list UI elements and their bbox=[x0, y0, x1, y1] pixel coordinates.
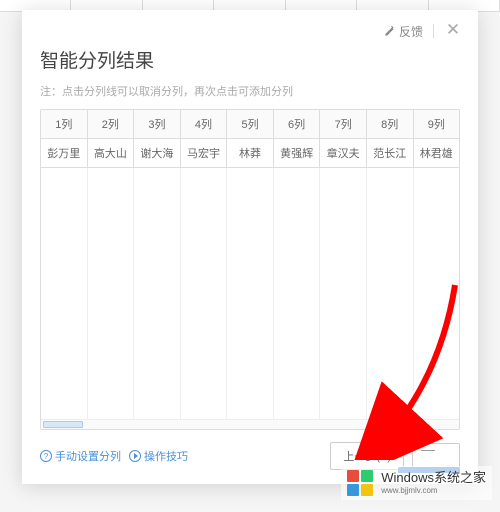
col-header: 5列 bbox=[227, 110, 274, 138]
col-header: 9列 bbox=[414, 110, 460, 138]
watermark-title: Windows系统之家 bbox=[381, 470, 486, 486]
table-empty-area[interactable] bbox=[41, 168, 459, 419]
windows-logo-icon bbox=[347, 470, 377, 496]
table-cell: 高大山 bbox=[88, 139, 135, 167]
col-header: 4列 bbox=[181, 110, 228, 138]
col-header: 8列 bbox=[367, 110, 414, 138]
close-icon[interactable]: ✕ bbox=[444, 22, 462, 40]
table-cell: 谢大海 bbox=[134, 139, 181, 167]
gear-icon bbox=[40, 450, 52, 462]
tips-label: 操作技巧 bbox=[144, 448, 188, 464]
table-cell: 彭万里 bbox=[41, 139, 88, 167]
col-header: 2列 bbox=[88, 110, 135, 138]
play-icon bbox=[129, 450, 141, 462]
preview-table[interactable]: 1列 2列 3列 4列 5列 6列 7列 8列 9列 彭万里 高大山 谢大海 马… bbox=[40, 109, 460, 430]
manual-settings-link[interactable]: 手动设置分列 bbox=[40, 448, 121, 464]
dialog-note: 注：点击分列线可以取消分列，再次点击可添加分列 bbox=[40, 83, 460, 99]
watermark-url: www.bjjmlv.com bbox=[381, 486, 486, 496]
tips-link[interactable]: 操作技巧 bbox=[129, 448, 188, 464]
table-cell: 章汉夫 bbox=[320, 139, 367, 167]
feedback-link[interactable]: 反馈 bbox=[383, 23, 423, 40]
manual-settings-label: 手动设置分列 bbox=[55, 448, 121, 464]
table-cell: 林君雄 bbox=[414, 139, 460, 167]
horizontal-scrollbar[interactable] bbox=[41, 419, 459, 429]
table-row: 彭万里 高大山 谢大海 马宏宇 林莽 黄强辉 章汉夫 范长江 林君雄 bbox=[41, 139, 459, 168]
dialog-title: 智能分列结果 bbox=[40, 46, 460, 73]
feedback-label: 反馈 bbox=[399, 23, 423, 40]
scrollbar-thumb[interactable] bbox=[43, 421, 83, 428]
table-header-row: 1列 2列 3列 4列 5列 6列 7列 8列 9列 bbox=[41, 110, 459, 139]
col-header: 3列 bbox=[134, 110, 181, 138]
divider bbox=[433, 24, 434, 38]
table-cell: 马宏宇 bbox=[181, 139, 228, 167]
table-cell: 范长江 bbox=[367, 139, 414, 167]
table-cell: 黄强辉 bbox=[274, 139, 321, 167]
table-cell: 林莽 bbox=[227, 139, 274, 167]
col-header: 7列 bbox=[320, 110, 367, 138]
col-header: 1列 bbox=[41, 110, 88, 138]
col-header: 6列 bbox=[274, 110, 321, 138]
smart-split-dialog: 反馈 ✕ 智能分列结果 注：点击分列线可以取消分列，再次点击可添加分列 1列 2… bbox=[22, 10, 478, 484]
watermark: Windows系统之家 www.bjjmlv.com bbox=[341, 466, 492, 500]
edit-icon bbox=[383, 25, 396, 38]
